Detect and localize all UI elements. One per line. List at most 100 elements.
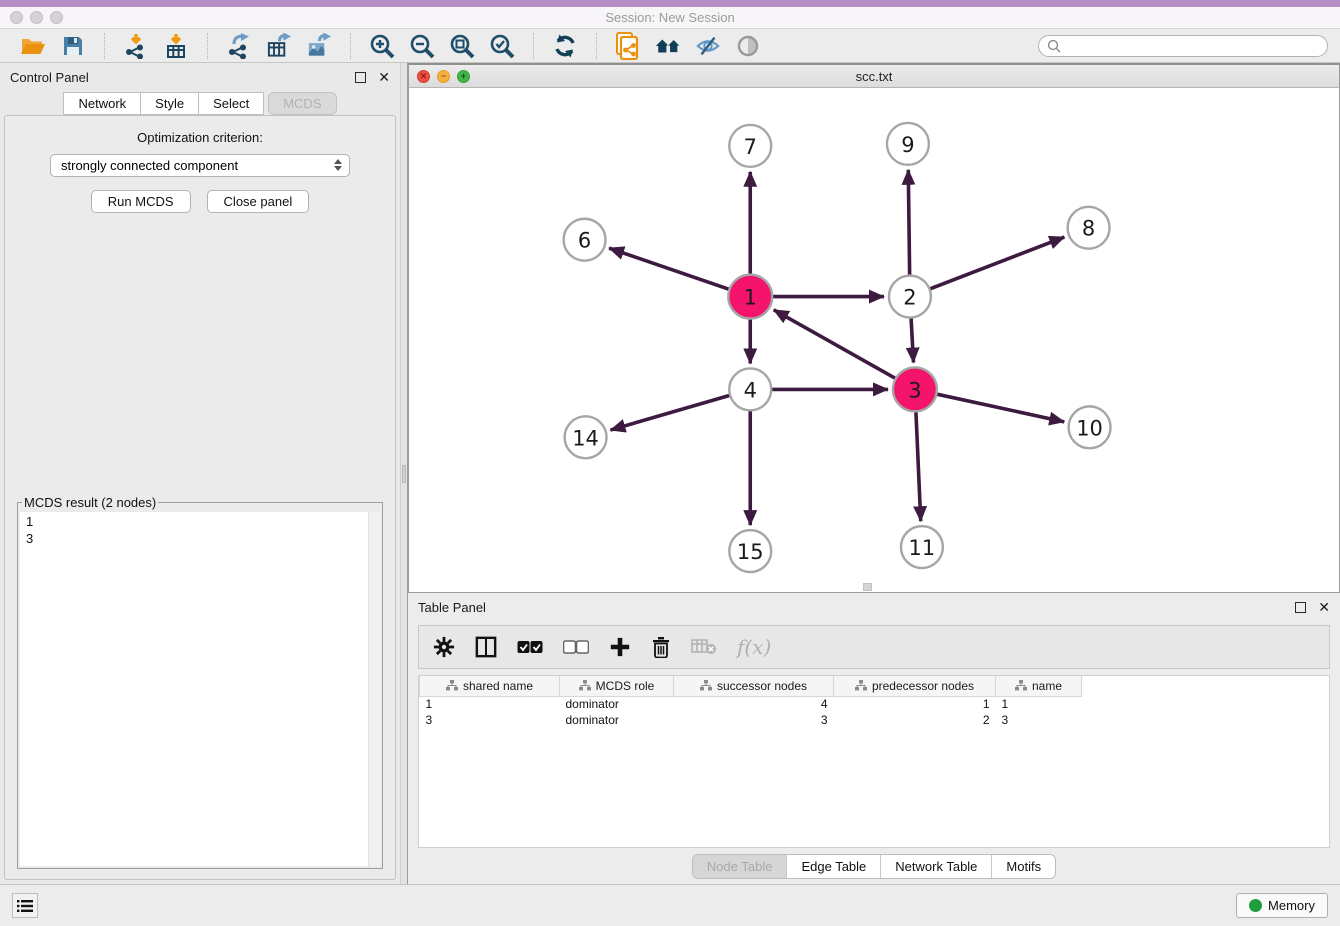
deselect-all-columns-icon[interactable]	[563, 640, 589, 654]
graph-node-1[interactable]: 1	[728, 275, 772, 319]
create-column-plus-icon[interactable]	[609, 636, 631, 658]
tab-node-table[interactable]: Node Table	[693, 855, 787, 878]
import-table-icon[interactable]	[163, 33, 189, 59]
node-table-header-row[interactable]: shared nameMCDS rolesuccessor nodesprede…	[420, 676, 1082, 696]
table-cell[interactable]: 4	[674, 696, 834, 712]
table-cell[interactable]: 3	[996, 712, 1082, 728]
canvas-resize-grip[interactable]	[863, 583, 872, 591]
control-panel-float-icon[interactable]	[355, 72, 366, 83]
table-panel-float-icon[interactable]	[1295, 602, 1306, 613]
column-header-MCDS-role[interactable]: MCDS role	[560, 676, 674, 696]
select-spinner-icon	[331, 157, 345, 174]
refresh-layout-icon[interactable]	[552, 33, 578, 59]
table-cell[interactable]: 3	[420, 712, 560, 728]
divider-grip[interactable]	[402, 465, 406, 483]
network-window-titlebar: ✕ − + scc.txt	[409, 65, 1339, 88]
node-table-body[interactable]: 1dominator4113dominator323	[420, 696, 1082, 728]
graph-node-7[interactable]: 7	[729, 125, 771, 167]
zoom-in-icon[interactable]	[369, 33, 395, 59]
control-panel-title: Control Panel	[10, 70, 89, 85]
close-panel-button[interactable]: Close panel	[207, 190, 310, 213]
tab-mcds[interactable]: MCDS	[268, 92, 336, 115]
import-network-icon[interactable]	[123, 33, 149, 59]
graph-edge-2-8[interactable]	[929, 237, 1064, 289]
memory-button[interactable]: Memory	[1236, 893, 1328, 918]
optimization-criterion-select[interactable]: strongly connected component	[50, 154, 350, 177]
table-row[interactable]: 1dominator411	[420, 696, 1082, 712]
table-cell[interactable]: dominator	[560, 696, 674, 712]
select-all-columns-icon[interactable]	[517, 640, 543, 654]
panel-divider[interactable]	[400, 63, 408, 884]
tab-edge-table[interactable]: Edge Table	[786, 855, 880, 878]
graph-edge-3-1[interactable]	[774, 310, 896, 379]
control-panel-close-icon[interactable]: ✕	[378, 70, 390, 84]
table-cell[interactable]: 3	[674, 712, 834, 728]
table-settings-gear-icon[interactable]	[433, 636, 455, 658]
clone-network-icon[interactable]	[615, 33, 641, 59]
delete-column-trash-icon[interactable]	[651, 636, 671, 658]
toolbar-separator	[207, 33, 208, 59]
graph-node-2[interactable]: 2	[889, 276, 931, 318]
graph-node-4[interactable]: 4	[729, 368, 771, 410]
table-cell[interactable]: dominator	[560, 712, 674, 728]
column-header-successor-nodes[interactable]: successor nodes	[674, 676, 834, 696]
graph-node-8[interactable]: 8	[1068, 207, 1110, 249]
hide-panel-eye-icon[interactable]	[695, 33, 721, 59]
status-bar: Memory	[0, 884, 1340, 926]
show-column-selector-icon[interactable]	[475, 636, 497, 658]
graph-edge-3-11[interactable]	[916, 411, 921, 521]
column-header-name[interactable]: name	[996, 676, 1082, 696]
network-canvas[interactable]: 7 9 6 8 1 2 4 3 14 10 15 11	[409, 88, 1339, 592]
graph-node-3[interactable]: 3	[893, 367, 937, 411]
search-input[interactable]	[1061, 39, 1319, 53]
graph-node-9[interactable]: 9	[887, 123, 929, 165]
graph-edge-2-9[interactable]	[908, 170, 909, 276]
mcds-tab-content: Optimization criterion: strongly connect…	[4, 115, 396, 880]
column-header-predecessor-nodes[interactable]: predecessor nodes	[834, 676, 996, 696]
window-titlebar: Session: New Session	[0, 7, 1340, 29]
column-header-shared-name[interactable]: shared name	[420, 676, 560, 696]
table-cell[interactable]: 1	[420, 696, 560, 712]
zoom-selected-icon[interactable]	[489, 33, 515, 59]
memory-status-dot	[1249, 899, 1262, 912]
table-panel-title: Table Panel	[418, 600, 486, 615]
graph-edge-1-6[interactable]	[609, 248, 729, 289]
table-cell[interactable]: 1	[834, 696, 996, 712]
result-scrollbar[interactable]	[368, 512, 380, 866]
task-history-button[interactable]	[12, 893, 38, 918]
toolbar-separator	[533, 33, 534, 59]
column-type-icon	[446, 680, 458, 691]
zoom-out-icon[interactable]	[409, 33, 435, 59]
graph-edge-3-10[interactable]	[936, 394, 1064, 422]
table-cell[interactable]: 2	[834, 712, 996, 728]
graph-node-14[interactable]: 14	[565, 416, 607, 458]
export-table-icon[interactable]	[266, 33, 292, 59]
function-builder-icon[interactable]: f(x)	[737, 635, 771, 659]
run-mcds-button[interactable]: Run MCDS	[91, 190, 191, 213]
zoom-fit-icon[interactable]	[449, 33, 475, 59]
graph-edge-2-3[interactable]	[911, 318, 913, 363]
table-cell[interactable]: 1	[996, 696, 1082, 712]
network-graph[interactable]: 7 9 6 8 1 2 4 3 14 10 15 11	[409, 88, 1339, 592]
export-image-icon[interactable]	[306, 33, 332, 59]
graph-node-10[interactable]: 10	[1069, 406, 1111, 448]
graph-node-15[interactable]: 15	[729, 530, 771, 572]
tab-network[interactable]: Network	[63, 92, 141, 115]
table-tabs-bar: Node Table Edge Table Network Table Moti…	[408, 848, 1340, 884]
tab-style[interactable]: Style	[141, 92, 199, 115]
graph-edge-4-14[interactable]	[610, 395, 730, 430]
graph-node-11[interactable]: 11	[901, 526, 943, 568]
table-panel-close-icon[interactable]: ✕	[1318, 600, 1330, 614]
tab-motifs[interactable]: Motifs	[991, 855, 1055, 878]
home-networks-icon[interactable]	[655, 33, 681, 59]
export-network-icon[interactable]	[226, 33, 252, 59]
tab-network-table[interactable]: Network Table	[880, 855, 991, 878]
table-row[interactable]: 3dominator323	[420, 712, 1082, 728]
open-session-icon[interactable]	[20, 33, 46, 59]
node-table[interactable]: shared nameMCDS rolesuccessor nodesprede…	[418, 675, 1330, 848]
graph-node-6[interactable]: 6	[564, 219, 606, 261]
tab-select[interactable]: Select	[199, 92, 264, 115]
save-session-icon[interactable]	[60, 33, 86, 59]
show-panel-eye-icon[interactable]	[735, 33, 761, 59]
delete-table-icon[interactable]	[691, 638, 717, 656]
